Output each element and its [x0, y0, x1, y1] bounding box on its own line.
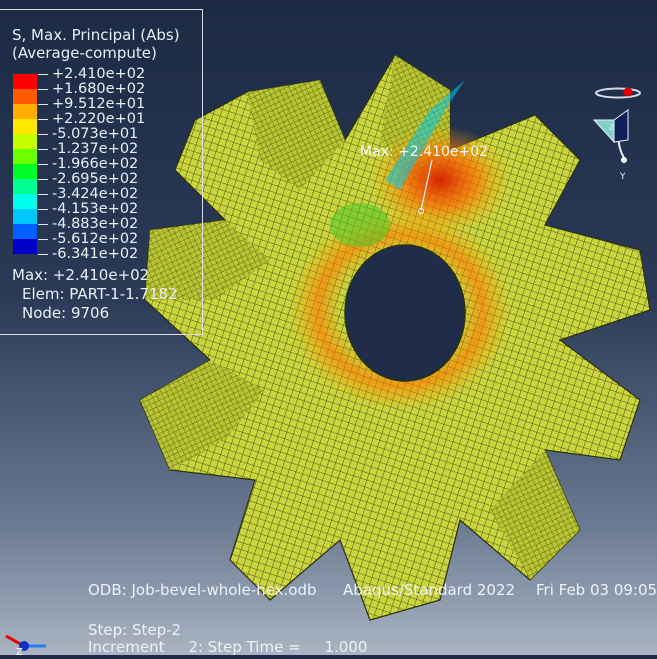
legend-max: Max: +2.410e+02: [12, 266, 150, 284]
max-annotation: Max: +2.410e+02: [360, 144, 489, 160]
triad-ring-icon: [595, 87, 641, 99]
legend-elem: Elem: PART-1-1.7182: [22, 285, 178, 303]
legend-swatch: [13, 74, 37, 89]
legend-level-label: -4.883e+02: [52, 216, 139, 232]
legend-tick: [38, 89, 48, 90]
legend-swatch: [13, 134, 37, 149]
legend-swatch: [13, 224, 37, 239]
legend-swatch: [13, 239, 37, 254]
legend-tick: [38, 254, 48, 255]
legend-tick: [38, 134, 48, 135]
global-axes-icon: Z: [5, 634, 46, 655]
gear-body: [139, 54, 651, 621]
legend-level-label: +2.220e+01: [52, 111, 146, 127]
legend-tick: [38, 209, 48, 210]
legend-swatch: [13, 104, 37, 119]
legend-level-label: -5.612e+02: [52, 231, 139, 247]
legend-level-label: -1.237e+02: [52, 141, 139, 157]
increment-info: Increment 2: Step Time = 1.000: [88, 638, 368, 656]
odb-name: ODB: Job-bevel-whole-hex.odb: [88, 581, 317, 599]
legend-tick: [38, 194, 48, 195]
legend-tick: [38, 119, 48, 120]
legend-node: Node: 9706: [22, 304, 110, 322]
global-z-label: Z: [16, 647, 23, 655]
triad-y-label: Y: [619, 172, 626, 180]
run-date: Fri Feb 03 09:05: [536, 581, 657, 599]
legend-tick: [38, 224, 48, 225]
legend-level-label: -5.073e+01: [52, 126, 139, 142]
legend-tick: [38, 164, 48, 165]
legend-swatch: [13, 164, 37, 179]
legend-tick: [38, 149, 48, 150]
view-triad[interactable]: X Z Y: [590, 80, 650, 180]
legend-level-label: +2.410e+02: [52, 66, 146, 82]
compressive-patch: [330, 203, 390, 247]
legend-level-label: -1.966e+02: [52, 156, 139, 172]
legend-level-label: +9.512e+01: [52, 96, 146, 112]
step-name: Step: Step-2: [88, 621, 182, 639]
legend-level-label: +1.680e+02: [52, 81, 146, 97]
legend-level-label: -2.695e+02: [52, 171, 139, 187]
solver-version: Abaqus/Standard 2022: [343, 581, 516, 599]
legend-swatch: [13, 89, 37, 104]
triad-origin-icon: [623, 87, 633, 97]
legend-swatch: [13, 194, 37, 209]
legend-level-label: -4.153e+02: [52, 201, 139, 217]
triad-y-tip: [621, 157, 627, 163]
legend-tick: [38, 104, 48, 105]
legend-swatch: [13, 179, 37, 194]
legend-level-label: -6.341e+02: [52, 246, 139, 262]
legend-swatch: [13, 209, 37, 224]
legend-tick: [38, 74, 48, 75]
legend-tick: [38, 239, 48, 240]
legend-swatch: [13, 149, 37, 164]
legend-title: S, Max. Principal (Abs): [12, 26, 180, 44]
triad-z-label: Z: [609, 123, 615, 132]
legend-level-label: -3.424e+02: [52, 186, 139, 202]
triad-z-axis: [613, 109, 629, 143]
legend-tick: [38, 179, 48, 180]
gear-bore: [344, 244, 466, 382]
contour-legend[interactable]: S, Max. Principal (Abs) (Average-compute…: [0, 9, 203, 335]
legend-subtitle: (Average-compute): [12, 44, 157, 62]
legend-swatch: [13, 119, 37, 134]
